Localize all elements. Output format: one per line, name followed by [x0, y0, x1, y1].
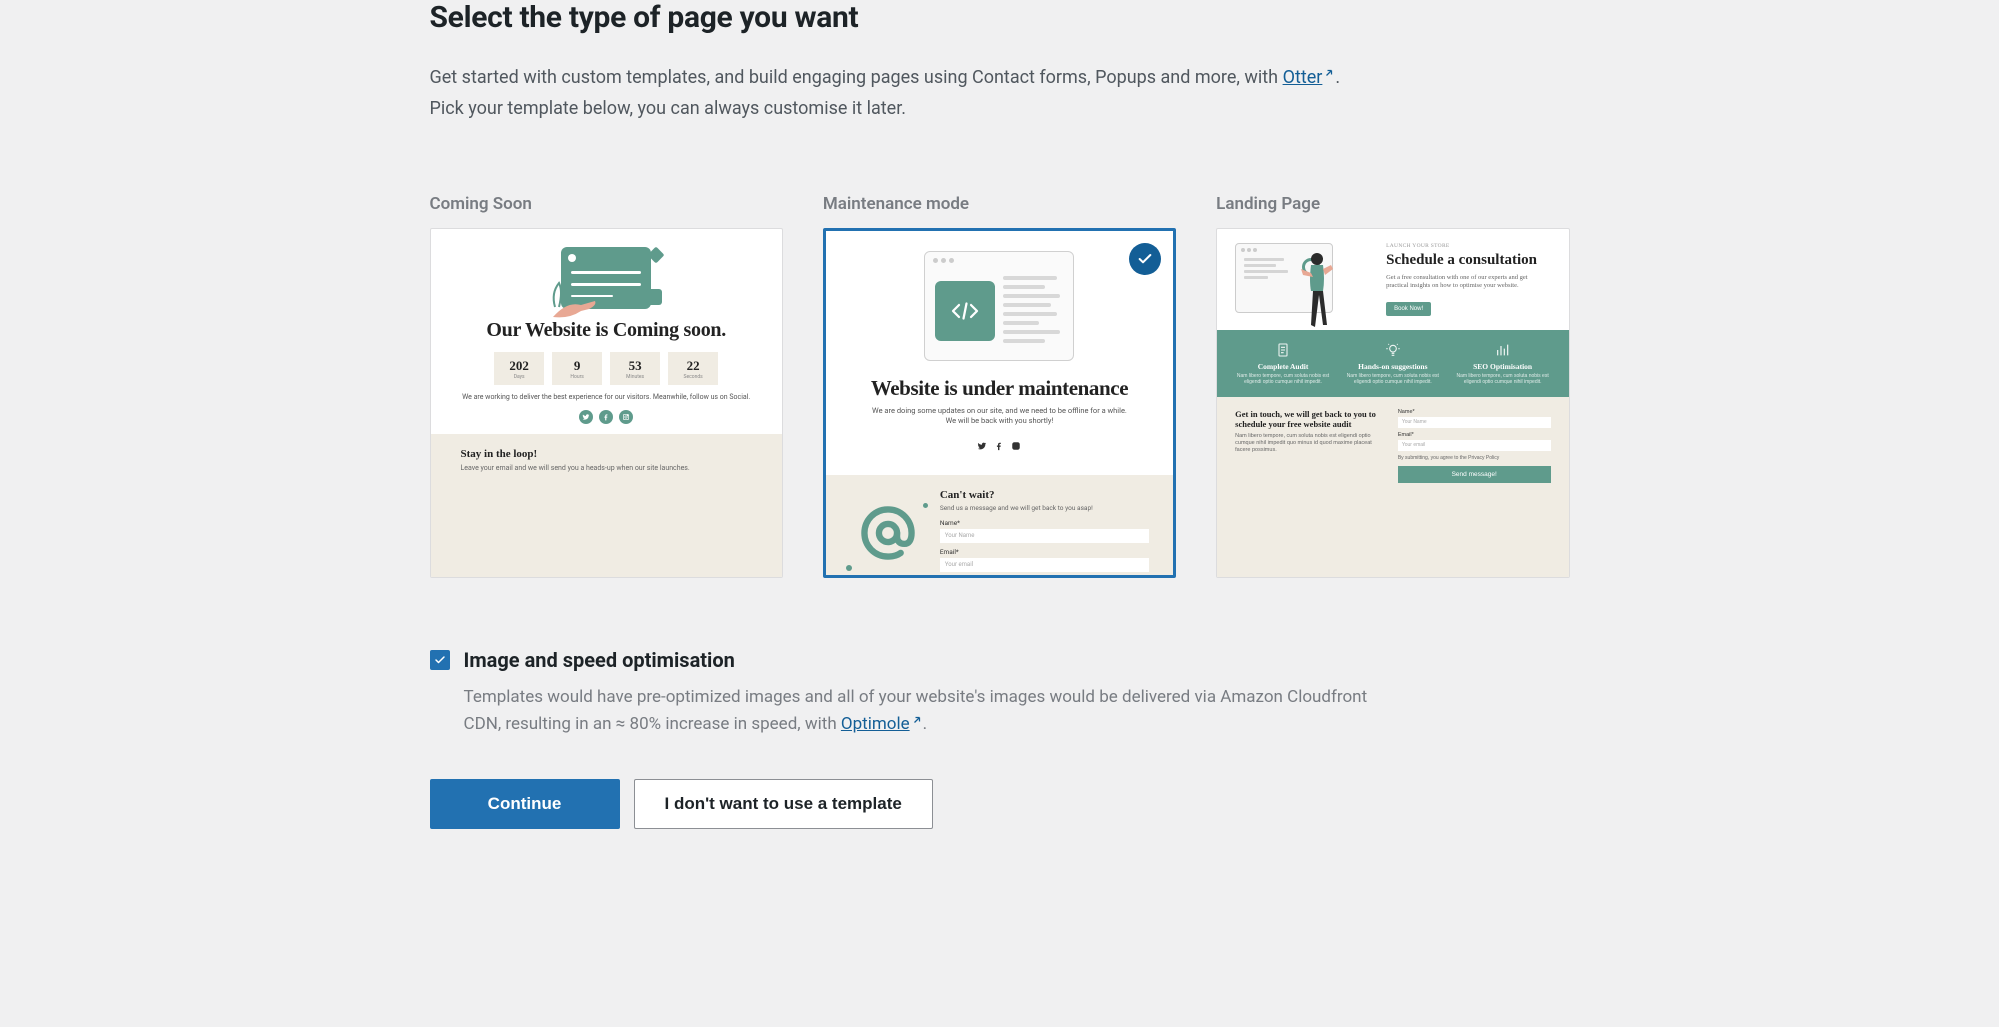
optimisation-body-suffix: . [923, 714, 927, 734]
otter-link[interactable]: Otter [1283, 67, 1336, 88]
email-field: Your email [940, 558, 1149, 572]
facebook-icon [599, 410, 613, 424]
person-icon [1289, 251, 1337, 329]
intro-line2: Pick your template below, you can always… [430, 98, 906, 119]
template-label: Coming Soon [430, 194, 783, 214]
template-label: Maintenance mode [823, 194, 1176, 214]
chart-icon [1451, 342, 1555, 358]
page-title: Select the type of page you want [430, 0, 1570, 35]
instagram-icon [619, 410, 633, 424]
loop-title: Stay in the loop! [461, 448, 752, 460]
instagram-icon [1011, 436, 1021, 455]
send-button: Send message! [1398, 466, 1551, 483]
social-icons [826, 436, 1173, 455]
template-option-maintenance: Maintenance mode [823, 194, 1176, 578]
template-option-landing: Landing Page [1216, 194, 1569, 578]
name-label: Name* [940, 519, 1149, 527]
continue-button[interactable]: Continue [430, 779, 620, 829]
preview-heading: Website is under maintenance [826, 377, 1173, 400]
audit-icon [1231, 342, 1335, 358]
optimisation-checkbox[interactable] [430, 650, 450, 670]
template-card-maintenance[interactable]: Website is under maintenance We are doin… [823, 228, 1176, 578]
square-icon [646, 289, 662, 305]
template-card-landing[interactable]: Launch your store Schedule a consultatio… [1216, 228, 1569, 578]
cant-wait-title: Can't wait? [940, 489, 1149, 501]
intro-prefix: Get started with custom templates, and b… [430, 67, 1283, 88]
loop-text: Leave your email and we will send you a … [461, 464, 752, 474]
countdown: 202Days 9Hours 53Minutes 22Seconds [494, 352, 718, 385]
hand-icon [551, 299, 599, 319]
no-template-button[interactable]: I don't want to use a template [634, 779, 933, 829]
code-icon [935, 281, 995, 341]
page-intro: Get started with custom templates, and b… [430, 63, 1570, 124]
intro-suffix: . [1335, 67, 1340, 88]
preview-cta: Book Now! [1386, 302, 1431, 316]
browser-icon [924, 251, 1074, 361]
twitter-icon [977, 436, 987, 455]
template-label: Landing Page [1216, 194, 1569, 214]
preview-body: Get a free consultation with one of our … [1386, 274, 1550, 291]
facebook-icon [994, 436, 1004, 455]
template-option-coming-soon: Coming Soon Ou [430, 194, 783, 578]
external-link-icon [1323, 67, 1335, 79]
preview-heading: Schedule a consultation [1386, 252, 1550, 269]
contact-heading: Get in touch, we will get back to you to… [1235, 409, 1388, 429]
preview-sub: We are working to deliver the best exper… [432, 393, 780, 402]
lightbulb-icon [1341, 342, 1445, 358]
name-field: Your Name [940, 529, 1149, 543]
optimole-link[interactable]: Optimole [841, 714, 923, 734]
at-sign-icon [850, 489, 926, 577]
preview-cap: Launch your store [1386, 243, 1550, 249]
template-card-coming-soon[interactable]: Our Website is Coming soon. 202Days 9Hou… [430, 228, 783, 578]
optimisation-title: Image and speed optimisation [464, 648, 1404, 672]
features-row: Complete Audit Nam libero tempore, cum s… [1217, 330, 1568, 397]
templates-grid: Coming Soon Ou [430, 194, 1570, 578]
twitter-icon [579, 410, 593, 424]
email-label: Email* [940, 548, 1149, 556]
preview-heading: Our Website is Coming soon. [486, 319, 726, 342]
contact-body: Nam libero tempore, cum soluta nobis est… [1235, 433, 1388, 454]
optimisation-section: Image and speed optimisation Templates w… [430, 648, 1570, 738]
external-link-icon [911, 714, 923, 726]
cant-wait-sub: Send us a message and we will get back t… [940, 504, 1149, 512]
preview-sub: We are doing some updates on our site, a… [826, 406, 1173, 426]
social-icons [579, 410, 633, 424]
footer-buttons: Continue I don't want to use a template [430, 779, 1570, 829]
